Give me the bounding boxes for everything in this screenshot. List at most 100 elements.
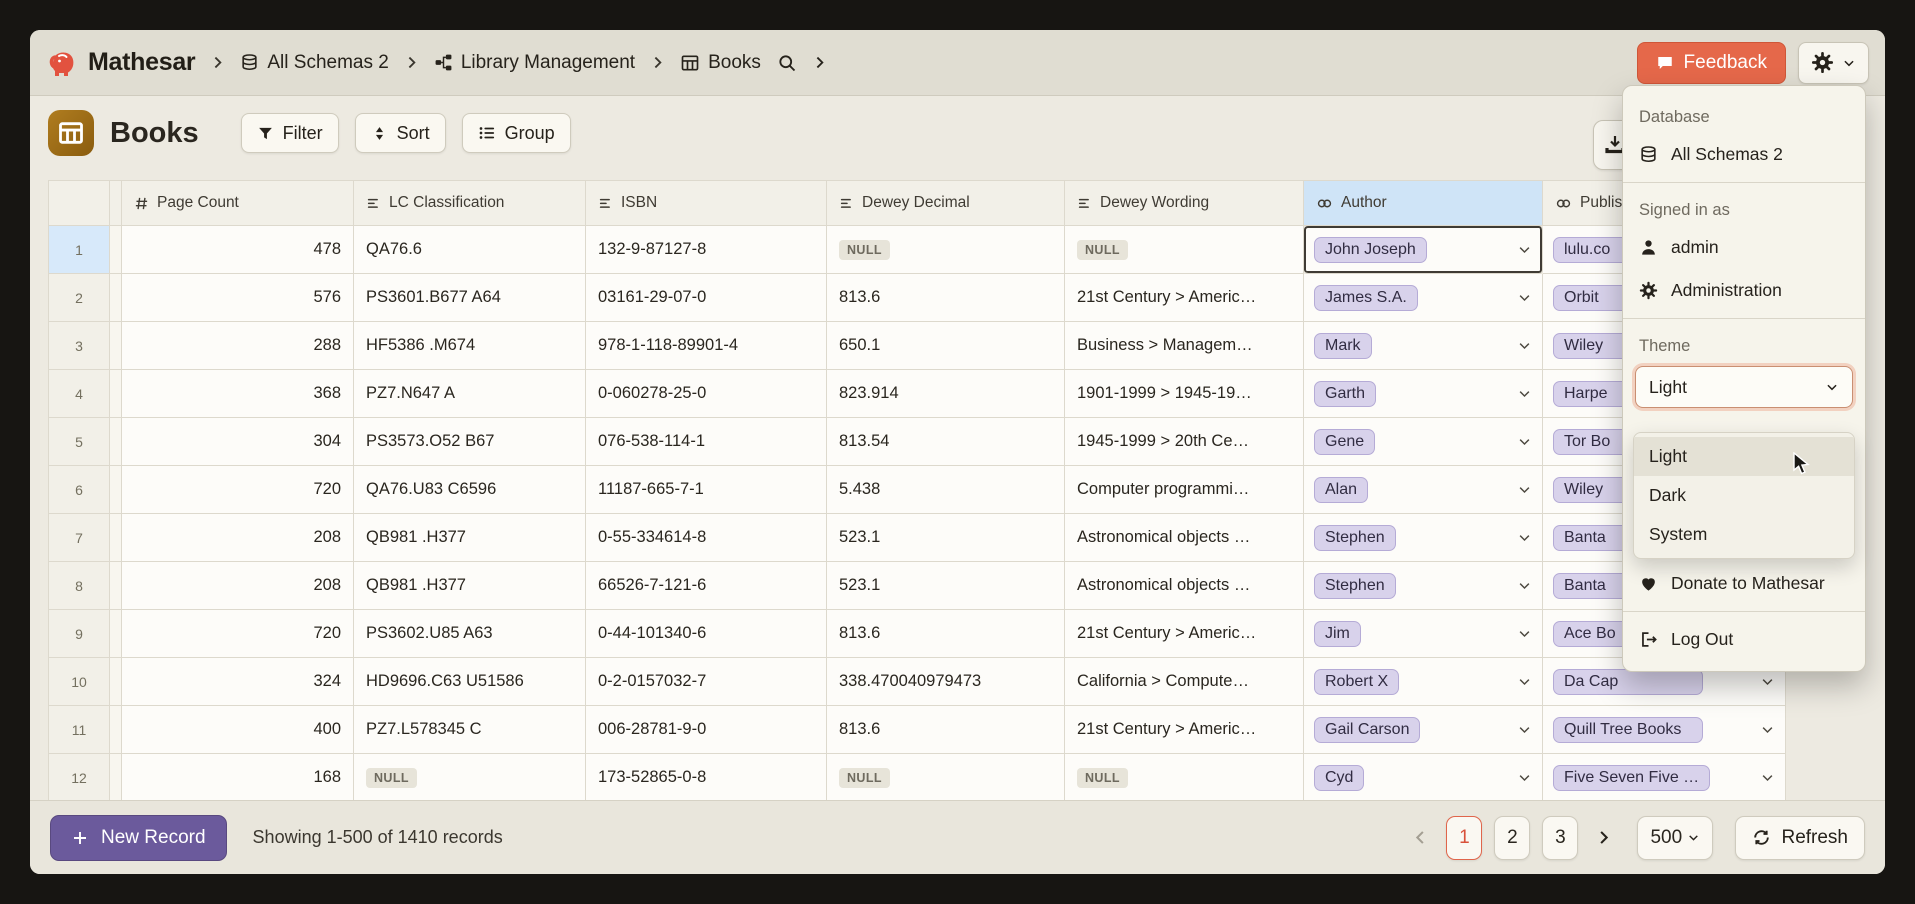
record-expand-chevron-icon[interactable] xyxy=(1517,770,1532,785)
cell-page[interactable]: 324 xyxy=(122,658,354,706)
theme-option-light[interactable]: Light xyxy=(1634,437,1854,476)
record-expand-chevron-icon[interactable] xyxy=(1517,722,1532,737)
brand-logo-group[interactable]: Mathesar xyxy=(46,47,195,79)
menu-item-donate[interactable]: Donate to Mathesar xyxy=(1623,562,1865,605)
cell-isbn[interactable]: 076-538-114-1 xyxy=(586,418,827,466)
cell-page[interactable]: 168 xyxy=(122,754,354,802)
author-record-pill[interactable]: Robert X xyxy=(1314,669,1399,695)
breadcrumb-database[interactable]: All Schemas 2 xyxy=(240,52,388,74)
author-record-pill[interactable]: Cyd xyxy=(1314,765,1364,791)
author-record-pill[interactable]: Alan xyxy=(1314,477,1368,503)
cell-author[interactable]: Stephen xyxy=(1304,514,1543,562)
record-expand-chevron-icon[interactable] xyxy=(1517,482,1532,497)
cell-dw[interactable]: Computer programmi… xyxy=(1065,466,1304,514)
cell-author[interactable]: Stephen xyxy=(1304,562,1543,610)
cell-page[interactable]: 208 xyxy=(122,562,354,610)
cell-dw[interactable]: Astronomical objects … xyxy=(1065,514,1304,562)
cell-isbn[interactable]: 173-52865-0-8 xyxy=(586,754,827,802)
row-number-cell[interactable]: 1 xyxy=(48,226,110,274)
cell-isbn[interactable]: 03161-29-07-0 xyxy=(586,274,827,322)
row-number-cell[interactable]: 6 xyxy=(48,466,110,514)
cell-dd[interactable]: 523.1 xyxy=(827,562,1065,610)
column-header-author[interactable]: Author xyxy=(1304,180,1543,226)
cell-isbn[interactable]: 0-55-334614-8 xyxy=(586,514,827,562)
page-button-2[interactable]: 2 xyxy=(1494,816,1530,860)
page-button-3[interactable]: 3 xyxy=(1542,816,1578,860)
new-record-button[interactable]: New Record xyxy=(50,815,227,861)
record-expand-chevron-icon[interactable] xyxy=(1517,386,1532,401)
cell-dd[interactable]: NULL xyxy=(827,226,1065,274)
cell-dw[interactable]: 21st Century > Americ… xyxy=(1065,274,1304,322)
cell-dd[interactable]: NULL xyxy=(827,754,1065,802)
cell-lc[interactable]: QB981 .H377 xyxy=(354,562,586,610)
cell-dw[interactable]: NULL xyxy=(1065,226,1304,274)
row-number-cell[interactable]: 8 xyxy=(48,562,110,610)
cell-publisher[interactable]: Quill Tree Books xyxy=(1543,706,1786,754)
cell-isbn[interactable]: 132-9-87127-8 xyxy=(586,226,827,274)
cell-lc[interactable]: PS3601.B677 A64 xyxy=(354,274,586,322)
cell-dw[interactable]: 21st Century > Americ… xyxy=(1065,610,1304,658)
cell-page[interactable]: 400 xyxy=(122,706,354,754)
cell-dw[interactable]: NULL xyxy=(1065,754,1304,802)
row-number-cell[interactable]: 7 xyxy=(48,514,110,562)
cell-author[interactable]: Gene xyxy=(1304,418,1543,466)
refresh-button[interactable]: Refresh xyxy=(1735,816,1865,860)
table-search-icon[interactable] xyxy=(777,53,797,73)
row-number-cell[interactable]: 3 xyxy=(48,322,110,370)
theme-select[interactable]: Light xyxy=(1635,366,1853,408)
feedback-button[interactable]: Feedback xyxy=(1637,42,1786,84)
page-size-select[interactable]: 500 xyxy=(1637,816,1713,860)
cell-page[interactable]: 368 xyxy=(122,370,354,418)
publisher-record-pill[interactable]: Da Cap xyxy=(1553,669,1703,695)
menu-item-user[interactable]: admin xyxy=(1623,226,1865,269)
author-record-pill[interactable]: Garth xyxy=(1314,381,1376,407)
cell-lc[interactable]: HD9696.C63 U51586 xyxy=(354,658,586,706)
cell-author[interactable]: Garth xyxy=(1304,370,1543,418)
cell-page[interactable]: 208 xyxy=(122,514,354,562)
cell-lc[interactable]: QB981 .H377 xyxy=(354,514,586,562)
cell-page[interactable]: 304 xyxy=(122,418,354,466)
author-record-pill[interactable]: Jim xyxy=(1314,621,1361,647)
record-expand-chevron-icon[interactable] xyxy=(1517,290,1532,305)
record-expand-chevron-icon[interactable] xyxy=(1517,626,1532,641)
cell-page[interactable]: 288 xyxy=(122,322,354,370)
filter-button[interactable]: Filter xyxy=(241,113,339,153)
cell-lc[interactable]: PS3602.U85 A63 xyxy=(354,610,586,658)
cell-dw[interactable]: Business > Managem… xyxy=(1065,322,1304,370)
row-number-cell[interactable]: 4 xyxy=(48,370,110,418)
cell-isbn[interactable]: 0-44-101340-6 xyxy=(586,610,827,658)
column-header-page[interactable]: Page Count xyxy=(122,180,354,226)
record-expand-chevron-icon[interactable] xyxy=(1517,578,1532,593)
cell-dw[interactable]: 21st Century > Americ… xyxy=(1065,706,1304,754)
cell-dd[interactable]: 338.470040979473 xyxy=(827,658,1065,706)
cell-dd[interactable]: 813.6 xyxy=(827,610,1065,658)
record-expand-chevron-icon[interactable] xyxy=(1517,338,1532,353)
cell-page[interactable]: 720 xyxy=(122,610,354,658)
cell-author[interactable]: Robert X xyxy=(1304,658,1543,706)
row-number-cell[interactable]: 5 xyxy=(48,418,110,466)
cell-author[interactable]: Mark xyxy=(1304,322,1543,370)
cell-isbn[interactable]: 11187-665-7-1 xyxy=(586,466,827,514)
cell-dd[interactable]: 523.1 xyxy=(827,514,1065,562)
cell-dw[interactable]: 1945-1999 > 20th Ce… xyxy=(1065,418,1304,466)
menu-item-administration[interactable]: Administration xyxy=(1623,269,1865,312)
cell-dd[interactable]: 823.914 xyxy=(827,370,1065,418)
author-record-pill[interactable]: Gene xyxy=(1314,429,1375,455)
row-number-cell[interactable]: 11 xyxy=(48,706,110,754)
record-expand-chevron-icon[interactable] xyxy=(1517,674,1532,689)
next-page-chevron-icon[interactable] xyxy=(1590,828,1617,847)
cell-isbn[interactable]: 66526-7-121-6 xyxy=(586,562,827,610)
cell-dd[interactable]: 650.1 xyxy=(827,322,1065,370)
theme-option-system[interactable]: System xyxy=(1634,515,1854,554)
cell-lc[interactable]: QA76.U83 C6596 xyxy=(354,466,586,514)
cell-dd[interactable]: 813.6 xyxy=(827,706,1065,754)
cell-dd[interactable]: 5.438 xyxy=(827,466,1065,514)
previous-page-chevron-icon[interactable] xyxy=(1407,828,1434,847)
author-record-pill[interactable]: Stephen xyxy=(1314,525,1396,551)
author-record-pill[interactable]: Stephen xyxy=(1314,573,1396,599)
row-number-cell[interactable]: 10 xyxy=(48,658,110,706)
theme-option-dark[interactable]: Dark xyxy=(1634,476,1854,515)
cell-lc[interactable]: NULL xyxy=(354,754,586,802)
cell-page[interactable]: 478 xyxy=(122,226,354,274)
record-expand-chevron-icon[interactable] xyxy=(1517,530,1532,545)
